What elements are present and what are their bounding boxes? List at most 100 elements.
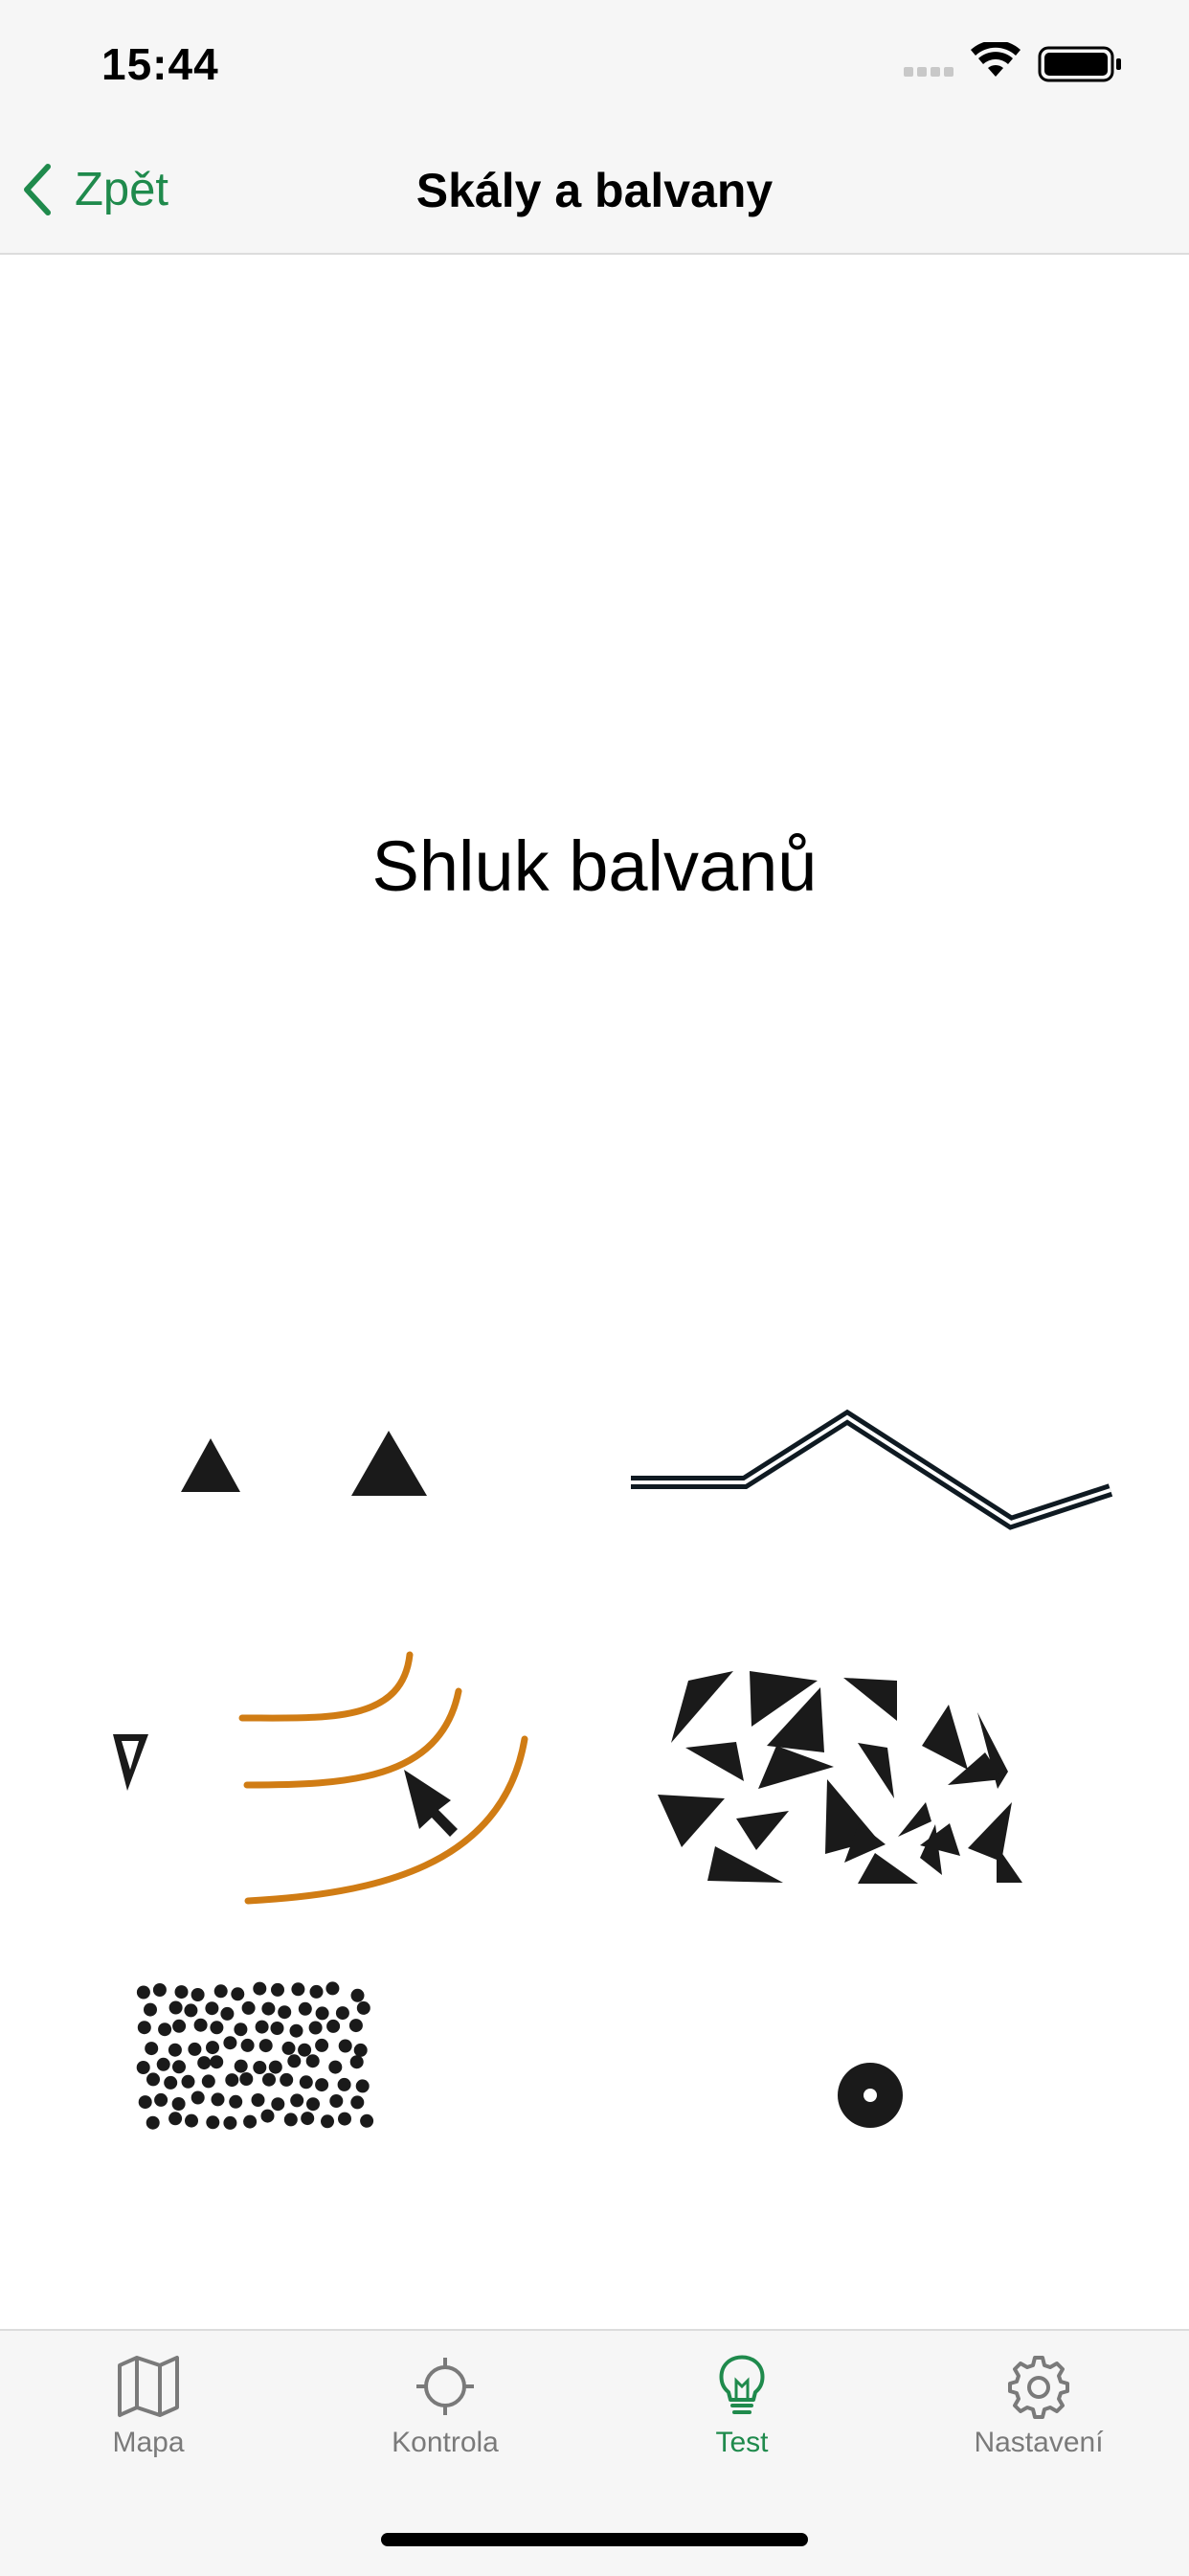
dot bbox=[243, 2114, 258, 2129]
dot bbox=[268, 2060, 282, 2074]
dot bbox=[306, 2097, 320, 2112]
answer-option-two-triangles[interactable] bbox=[0, 1322, 594, 1609]
dot bbox=[144, 2002, 157, 2017]
status-bar: 15:44 bbox=[0, 0, 1189, 126]
dot bbox=[253, 1981, 267, 1996]
dot bbox=[240, 2038, 255, 2052]
dot bbox=[260, 2109, 275, 2123]
dot bbox=[168, 2000, 183, 2015]
dot bbox=[201, 2074, 215, 2089]
dot bbox=[171, 2097, 186, 2111]
dot bbox=[225, 2073, 239, 2088]
earth-bank-arrows-symbol bbox=[113, 1651, 528, 1905]
dot bbox=[281, 2041, 296, 2055]
dot bbox=[309, 1984, 324, 1999]
dot bbox=[223, 2036, 237, 2050]
dot bbox=[146, 2072, 160, 2087]
navigation-bar: Zpět Skály a balvany bbox=[0, 126, 1189, 255]
dot bbox=[262, 2072, 276, 2087]
dot bbox=[137, 2021, 151, 2035]
dot bbox=[172, 2019, 187, 2033]
dot bbox=[193, 2018, 208, 2032]
dot bbox=[291, 1982, 305, 1997]
answer-option-boulder-field[interactable] bbox=[594, 1628, 1189, 1915]
dot bbox=[356, 2000, 370, 2015]
crosshair-icon bbox=[416, 2358, 474, 2415]
tab-test[interactable]: Test bbox=[594, 2331, 890, 2484]
dot bbox=[315, 2078, 329, 2092]
dot bbox=[290, 2093, 304, 2108]
signal-icon bbox=[904, 67, 953, 77]
dot bbox=[253, 2061, 267, 2074]
dot bbox=[270, 2022, 284, 2035]
dot bbox=[154, 2092, 168, 2107]
dot bbox=[241, 2000, 256, 2015]
dot bbox=[337, 2077, 351, 2091]
tab-label: Mapa bbox=[112, 2427, 185, 2458]
dot bbox=[355, 2079, 370, 2093]
tab-label: Test bbox=[715, 2427, 769, 2458]
dot bbox=[329, 2094, 344, 2108]
dot bbox=[350, 1988, 365, 2002]
dot bbox=[205, 2001, 219, 2016]
page-title: Skály a balvany bbox=[415, 164, 774, 217]
dot bbox=[338, 2039, 352, 2053]
dot bbox=[301, 2112, 315, 2126]
dot bbox=[234, 2059, 248, 2073]
dot bbox=[210, 2021, 224, 2035]
dot bbox=[258, 2039, 273, 2053]
dot bbox=[220, 2006, 235, 2021]
tab-nastaveni[interactable]: Nastavení bbox=[890, 2331, 1187, 2484]
answer-option-earth-bank[interactable] bbox=[0, 1628, 594, 1915]
dense-dots-symbol bbox=[136, 1981, 374, 2130]
dot bbox=[152, 1983, 167, 1997]
dot bbox=[185, 2113, 198, 2128]
dot bbox=[348, 2019, 363, 2033]
gear-icon bbox=[1008, 2356, 1069, 2419]
answer-option-stony-ground[interactable] bbox=[0, 1934, 594, 2222]
tab-mapa[interactable]: Mapa bbox=[0, 2331, 297, 2484]
dot bbox=[315, 2006, 329, 2021]
double-line-cliff-symbol bbox=[631, 1409, 1113, 1530]
dot bbox=[353, 2043, 368, 2057]
dot bbox=[156, 2057, 170, 2071]
dot bbox=[210, 2055, 224, 2069]
dot bbox=[315, 2038, 329, 2052]
dot bbox=[298, 2043, 312, 2057]
dot bbox=[146, 2115, 160, 2130]
tab-kontrola[interactable]: Kontrola bbox=[297, 2331, 594, 2484]
dot bbox=[287, 2054, 302, 2068]
dot bbox=[271, 1982, 284, 1997]
dot bbox=[278, 2005, 292, 2020]
dot bbox=[181, 2074, 195, 2089]
dot bbox=[325, 1981, 340, 1996]
dot bbox=[206, 2115, 220, 2130]
dot bbox=[360, 2113, 374, 2128]
dot bbox=[213, 1984, 228, 1999]
scattered-triangles-symbol bbox=[658, 1671, 1022, 1884]
dot bbox=[283, 2113, 298, 2127]
map-icon bbox=[118, 2356, 179, 2417]
dot bbox=[191, 1988, 205, 2001]
dot bbox=[338, 2112, 351, 2126]
dot bbox=[168, 2112, 183, 2126]
dot bbox=[251, 2093, 265, 2107]
dot bbox=[197, 2056, 212, 2070]
question-text: Shluk balvanů bbox=[371, 826, 818, 906]
dot bbox=[321, 2114, 334, 2129]
dot bbox=[188, 2042, 202, 2056]
dot bbox=[255, 2020, 269, 2034]
dot bbox=[328, 2060, 343, 2074]
dot bbox=[350, 2095, 365, 2110]
answer-option-cliff-line[interactable] bbox=[594, 1322, 1189, 1609]
dot bbox=[335, 2006, 349, 2021]
tab-label: Nastavení bbox=[974, 2427, 1104, 2458]
answer-option-ring-dot[interactable] bbox=[594, 1934, 1189, 2222]
status-icons bbox=[904, 40, 1130, 84]
dot bbox=[136, 2061, 150, 2074]
dot bbox=[172, 2060, 186, 2074]
dot bbox=[289, 2023, 303, 2038]
dot bbox=[168, 2043, 182, 2057]
dot bbox=[136, 1985, 150, 2000]
dot bbox=[158, 2022, 172, 2037]
